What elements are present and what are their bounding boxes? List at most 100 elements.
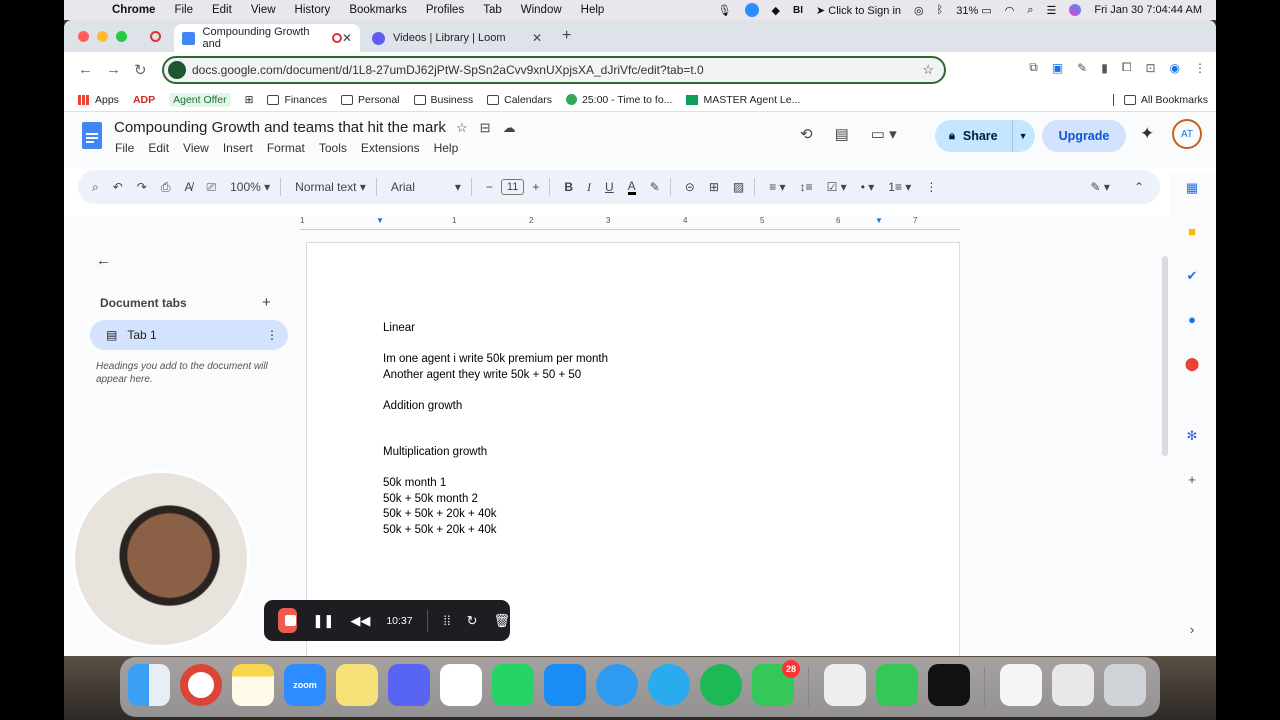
back-icon[interactable]: ← bbox=[78, 61, 93, 78]
bookmark-agent-offer[interactable]: Agent Offer bbox=[169, 92, 231, 107]
increase-font-size-icon[interactable]: + bbox=[532, 180, 539, 194]
pen-extension-icon[interactable]: ✎ bbox=[1077, 61, 1087, 75]
spotify-icon[interactable] bbox=[700, 664, 742, 706]
menu-tab[interactable]: Tab bbox=[483, 4, 502, 16]
address-bar[interactable]: docs.google.com/document/d/1L8-27umDJ62j… bbox=[162, 56, 946, 84]
spellcheck-icon[interactable]: A̸ bbox=[184, 180, 192, 194]
paragraph[interactable]: 50k + 50k + 20k + 40k bbox=[383, 507, 608, 523]
collapse-menus-icon[interactable]: ⌃ bbox=[1134, 180, 1144, 194]
webcam-bubble[interactable] bbox=[72, 470, 250, 648]
meet-icon[interactable]: ▭ ▾ bbox=[871, 125, 897, 143]
bookmark-personal[interactable]: Personal bbox=[341, 94, 400, 106]
bookmark-finances[interactable]: Finances bbox=[267, 94, 327, 106]
paragraph[interactable]: Another agent they write 50k + 50 + 50 bbox=[383, 368, 608, 384]
checklist-icon[interactable]: ☑ ▾ bbox=[827, 180, 847, 194]
app-store-icon[interactable] bbox=[544, 664, 586, 706]
paint-format-icon[interactable]: ⎚ bbox=[206, 180, 216, 195]
text-color-icon[interactable]: A bbox=[627, 180, 636, 195]
siri-icon[interactable] bbox=[1069, 4, 1082, 16]
menu-window[interactable]: Window bbox=[521, 4, 562, 16]
wifi-icon[interactable]: ◠ bbox=[1005, 4, 1015, 17]
chrome-menu-icon[interactable]: ⋮ bbox=[1194, 61, 1206, 75]
extension-icon[interactable]: ⧉ bbox=[1029, 60, 1038, 75]
line-spacing-icon[interactable]: ↕≡ bbox=[800, 180, 813, 194]
more-options-icon[interactable]: ⋮ bbox=[925, 180, 937, 194]
font-size-input[interactable]: 11 bbox=[500, 179, 525, 195]
zoom-app-icon[interactable]: zoom bbox=[284, 664, 326, 706]
restart-icon[interactable]: ↻ bbox=[467, 613, 478, 629]
bold-icon[interactable]: B bbox=[564, 180, 573, 194]
style-select[interactable]: Normal text ▾ bbox=[295, 180, 366, 194]
font-select[interactable]: Arial ▾ bbox=[391, 180, 461, 194]
bookmark-adp[interactable]: ADP bbox=[133, 94, 155, 106]
whatsapp-icon[interactable] bbox=[492, 664, 534, 706]
reminders-icon[interactable] bbox=[440, 664, 482, 706]
horizontal-ruler[interactable]: 1 ▼ 1 2 3 4 5 6 ▼ 7 bbox=[300, 216, 960, 230]
close-window-button[interactable] bbox=[78, 31, 89, 42]
bookmark-calendars[interactable]: Calendars bbox=[487, 94, 552, 106]
tab-compounding-growth[interactable]: Compounding Growth and ✕ bbox=[174, 24, 360, 52]
forward-icon[interactable]: → bbox=[106, 61, 121, 78]
align-icon[interactable]: ≡ ▾ bbox=[769, 180, 785, 194]
highlight-icon[interactable]: ✎ bbox=[650, 180, 660, 194]
site-info-icon[interactable] bbox=[168, 61, 186, 79]
paragraph[interactable]: Multiplication growth bbox=[383, 445, 608, 461]
bookmark-apps[interactable]: Apps bbox=[78, 94, 119, 106]
battery-indicator[interactable]: 31% ▭ bbox=[956, 4, 991, 17]
star-icon[interactable]: ☆ bbox=[456, 120, 468, 136]
decrease-font-size-icon[interactable]: − bbox=[486, 180, 493, 194]
docs-menu-file[interactable]: File bbox=[115, 141, 134, 155]
grid-dots-icon[interactable]: ⁞⁞ bbox=[443, 613, 450, 628]
docs-menu-edit[interactable]: Edit bbox=[148, 141, 169, 155]
paragraph[interactable]: 50k + 50k month 2 bbox=[383, 492, 608, 508]
gemini-icon[interactable]: ✦ bbox=[1140, 124, 1154, 144]
cloud-saved-icon[interactable]: ☁ bbox=[503, 120, 516, 136]
zoom-select[interactable]: 100% ▾ bbox=[230, 180, 270, 194]
insert-link-icon[interactable]: ⊝ bbox=[685, 180, 695, 194]
docs-menu-format[interactable]: Format bbox=[267, 141, 305, 155]
docs-menu-tools[interactable]: Tools bbox=[319, 141, 347, 155]
ruler-indent-marker-icon[interactable]: ▼ bbox=[376, 216, 384, 225]
ruler-right-indent-icon[interactable]: ▼ bbox=[875, 216, 883, 225]
add-comment-icon[interactable]: ⊞ bbox=[709, 180, 719, 194]
paragraph[interactable]: 50k + 50k + 20k + 40k bbox=[383, 523, 608, 539]
trash-icon[interactable] bbox=[1104, 664, 1146, 706]
notes-icon[interactable] bbox=[232, 664, 274, 706]
tasks-icon[interactable]: ✔ bbox=[1184, 268, 1200, 284]
version-history-icon[interactable]: ⟲ bbox=[800, 125, 813, 143]
account-avatar[interactable]: AT bbox=[1172, 119, 1202, 149]
underline-icon[interactable]: U bbox=[605, 180, 614, 194]
finder-icon[interactable] bbox=[128, 664, 170, 706]
docs-menu-help[interactable]: Help bbox=[434, 141, 459, 155]
insert-image-icon[interactable]: ▨ bbox=[733, 180, 744, 194]
docs-menu-extensions[interactable]: Extensions bbox=[361, 141, 420, 155]
menu-help[interactable]: Help bbox=[581, 4, 605, 16]
paragraph[interactable]: 50k month 1 bbox=[383, 476, 608, 492]
vertical-ruler[interactable] bbox=[64, 230, 76, 656]
keep-icon[interactable]: ■ bbox=[1184, 224, 1200, 240]
comments-icon[interactable]: ▤ bbox=[835, 125, 849, 143]
profile-icon[interactable]: ◉ bbox=[1170, 61, 1180, 75]
close-tab-icon[interactable]: ✕ bbox=[532, 31, 542, 45]
delete-recording-icon[interactable]: 🗑︎ bbox=[493, 613, 510, 629]
bluetooth-icon[interactable]: ᛒ bbox=[937, 4, 944, 16]
click-to-sign-in[interactable]: ➤ Click to Sign in bbox=[816, 4, 901, 17]
bi-icon[interactable]: BI bbox=[793, 5, 803, 16]
url-text[interactable]: docs.google.com/document/d/1L8-27umDJ62j… bbox=[192, 63, 704, 77]
menu-file[interactable]: File bbox=[174, 4, 193, 16]
reload-icon[interactable]: ↻ bbox=[134, 61, 147, 79]
get-addons-icon[interactable]: + bbox=[1184, 472, 1200, 488]
pause-icon[interactable]: ❚❚ bbox=[313, 613, 335, 629]
telegram-icon[interactable] bbox=[648, 664, 690, 706]
menu-profiles[interactable]: Profiles bbox=[426, 4, 464, 16]
numbers-icon[interactable] bbox=[876, 664, 918, 706]
bookmark-grid[interactable]: ⊞ bbox=[245, 94, 254, 106]
stickies-icon[interactable] bbox=[336, 664, 378, 706]
safari-icon[interactable] bbox=[596, 664, 638, 706]
bookmark-timer[interactable]: 25:00 - Time to fo... bbox=[565, 94, 672, 106]
extension-icon[interactable]: ▮ bbox=[1101, 61, 1108, 75]
docs-menu-view[interactable]: View bbox=[183, 141, 209, 155]
menu-app-name[interactable]: Chrome bbox=[112, 4, 155, 16]
italic-icon[interactable]: I bbox=[587, 180, 591, 195]
addon-icon[interactable]: ✻ bbox=[1184, 428, 1200, 444]
